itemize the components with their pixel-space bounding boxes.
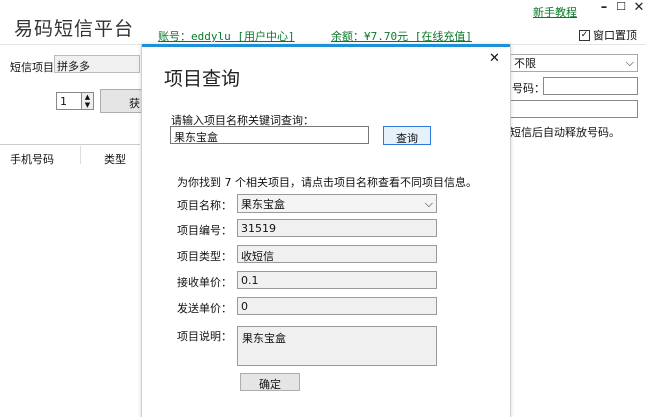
confirm-button[interactable]: 确定 (240, 373, 300, 391)
search-button[interactable]: 查询 (383, 126, 431, 145)
get-number-button[interactable]: 获 (100, 89, 142, 113)
project-name-select[interactable]: 果东宝盒 ⌵ (237, 194, 437, 213)
project-desc-label: 项目说明： (177, 330, 232, 343)
pin-window-checkbox[interactable]: ✓ (579, 29, 590, 41)
tutorial-link[interactable]: 新手教程 (533, 4, 577, 20)
column-divider (80, 146, 81, 164)
column-header-phone[interactable]: 手机号码 (10, 151, 54, 167)
result-summary: 为你找到 7 个相关项目，请点击项目名称查看不同项目信息。 (177, 176, 477, 189)
project-desc-field[interactable]: 果东宝盒 (237, 326, 437, 366)
number-secondary-input[interactable] (510, 100, 638, 118)
project-type-field[interactable]: 收短信 (237, 245, 437, 263)
pin-window-label: 窗口置顶 (593, 29, 637, 42)
minimize-icon[interactable]: – (597, 0, 611, 15)
project-id-field[interactable]: 31519 (237, 219, 437, 237)
sms-project-select[interactable]: 拼多多 (54, 55, 140, 73)
filter-select[interactable]: 不限 ⌵ (510, 54, 638, 72)
quantity-value: 1 (60, 95, 67, 108)
filter-select-value: 不限 (514, 57, 536, 70)
project-name-value: 果东宝盒 (241, 197, 285, 211)
number-input[interactable] (543, 77, 638, 95)
stepper-arrows-icon[interactable]: ▲ ▼ (81, 93, 93, 109)
receive-price-field[interactable]: 0.1 (237, 271, 437, 289)
number-label: 号码： (512, 82, 545, 95)
dialog-title: 项目查询 (164, 68, 241, 90)
quantity-stepper[interactable]: 1 ▲ ▼ (56, 92, 94, 110)
send-price-label: 发送单价： (177, 302, 232, 315)
balance-link[interactable]: 余额：¥7.70元 [在线充值] (331, 28, 472, 44)
maximize-icon[interactable]: ☐ (614, 0, 628, 13)
chevron-down-icon: ⌵ (424, 196, 433, 210)
close-icon[interactable]: ✕ (632, 0, 646, 15)
column-header-type[interactable]: 类型 (104, 151, 126, 167)
project-id-label: 项目编号： (177, 224, 232, 237)
search-input[interactable]: 果东宝盒 (170, 126, 369, 144)
table-header-divider (0, 144, 140, 145)
project-name-label: 项目名称： (177, 199, 232, 212)
project-type-label: 项目类型： (177, 250, 232, 263)
app-title: 易码短信平台 (14, 18, 135, 40)
dialog-accent-bar (142, 44, 510, 47)
project-query-dialog: ✕ 项目查询 请输入项目名称关键词查询： 果东宝盒 查询 为你找到 7 个相关项… (141, 44, 511, 417)
pin-window-toggle[interactable]: ✓ 窗口置顶 (579, 27, 637, 43)
release-hint: 短信后自动释放号码。 (510, 126, 620, 139)
send-price-field[interactable]: 0 (237, 297, 437, 315)
chevron-down-icon: ⌵ (625, 56, 634, 69)
receive-price-label: 接收单价： (177, 276, 232, 289)
account-link[interactable]: 账号：eddylu [用户中心] (158, 28, 295, 44)
close-icon[interactable]: ✕ (489, 51, 500, 66)
